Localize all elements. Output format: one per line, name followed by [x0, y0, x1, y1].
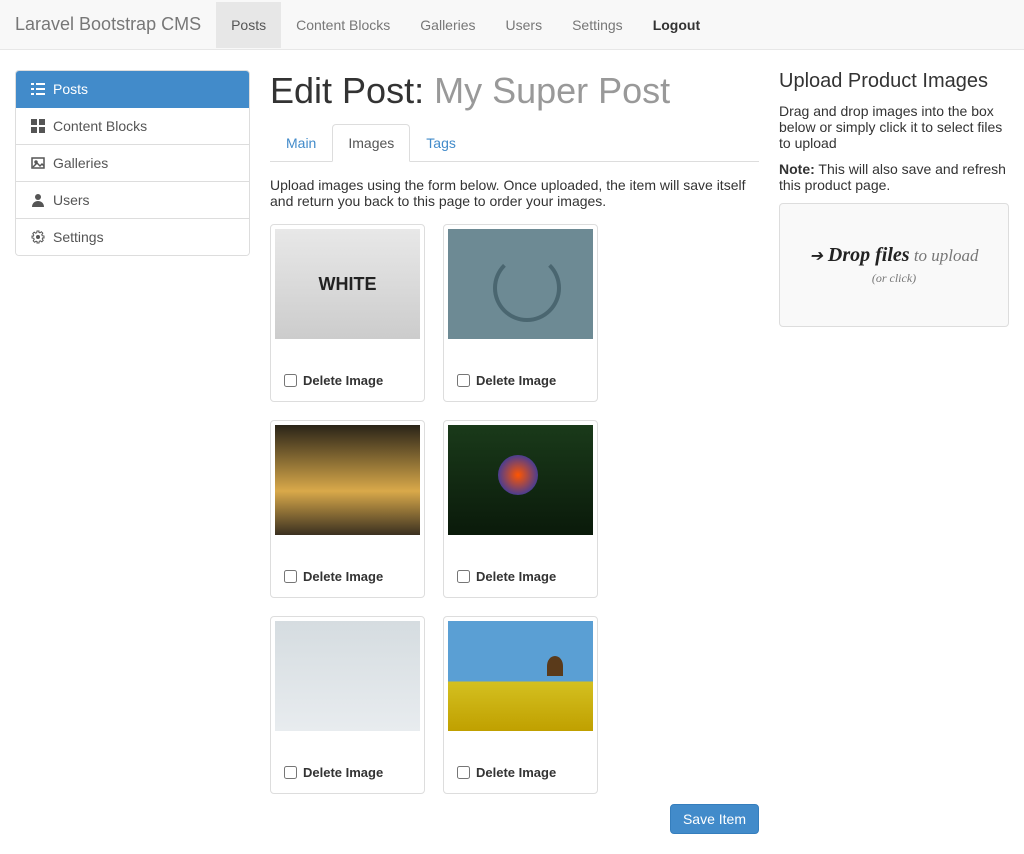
sidebar-label: Users: [53, 192, 90, 208]
title-post-name: My Super Post: [434, 70, 670, 111]
gear-icon: [31, 230, 45, 244]
sidebar-label: Content Blocks: [53, 118, 147, 134]
nav-users[interactable]: Users: [491, 2, 558, 48]
list-icon: [31, 82, 45, 96]
delete-checkbox[interactable]: [457, 766, 470, 779]
tab-main[interactable]: Main: [270, 124, 332, 162]
image-grid: WHITE Delete Image Delete Image Delete I…: [270, 224, 759, 794]
delete-image-label[interactable]: Delete Image: [448, 756, 593, 789]
sidebar-item-users[interactable]: Users: [16, 182, 249, 219]
save-button[interactable]: Save Item: [670, 804, 759, 834]
nav-list: Posts Content Blocks Galleries Users Set…: [216, 2, 715, 48]
grid-icon: [31, 119, 45, 133]
delete-text: Delete Image: [476, 373, 556, 388]
sidebar-label: Galleries: [53, 155, 108, 171]
arrow-icon: ➔: [809, 248, 822, 265]
thumbnail: WHITE: [275, 229, 420, 339]
delete-image-label[interactable]: Delete Image: [448, 364, 593, 397]
image-card[interactable]: Delete Image: [443, 420, 598, 598]
user-icon: [31, 193, 45, 207]
thumbnail: [448, 229, 593, 339]
main-content: Edit Post: My Super Post Main Images Tag…: [270, 70, 759, 834]
page-title: Edit Post: My Super Post: [270, 70, 759, 112]
tab-images[interactable]: Images: [332, 124, 410, 162]
image-card[interactable]: Delete Image: [443, 224, 598, 402]
delete-text: Delete Image: [303, 569, 383, 584]
dropzone-subtext: (or click): [790, 271, 998, 286]
delete-text: Delete Image: [303, 373, 383, 388]
image-card[interactable]: Delete Image: [270, 420, 425, 598]
dropzone[interactable]: ➔ Drop files to upload (or click): [779, 203, 1009, 327]
picture-icon: [31, 156, 45, 170]
sidebar-item-galleries[interactable]: Galleries: [16, 145, 249, 182]
delete-image-label[interactable]: Delete Image: [448, 560, 593, 593]
title-prefix: Edit Post:: [270, 70, 434, 111]
top-navbar: Laravel Bootstrap CMS Posts Content Bloc…: [0, 0, 1024, 50]
delete-checkbox[interactable]: [457, 374, 470, 387]
tab-tags[interactable]: Tags: [410, 124, 472, 162]
upload-heading: Upload Product Images: [779, 70, 1009, 93]
upload-desc: Drag and drop images into the box below …: [779, 103, 1009, 151]
thumbnail: [448, 621, 593, 731]
thumbnail: [275, 425, 420, 535]
delete-checkbox[interactable]: [284, 374, 297, 387]
tabs: Main Images Tags: [270, 124, 759, 162]
delete-checkbox[interactable]: [284, 570, 297, 583]
nav-settings[interactable]: Settings: [557, 2, 638, 48]
nav-galleries[interactable]: Galleries: [405, 2, 490, 48]
help-text: Upload images using the form below. Once…: [270, 177, 759, 209]
image-card[interactable]: Delete Image: [270, 616, 425, 794]
image-card[interactable]: Delete Image: [443, 616, 598, 794]
nav-logout[interactable]: Logout: [638, 2, 715, 48]
dropzone-text: ➔ Drop files to upload: [790, 244, 998, 267]
sidebar-item-content-blocks[interactable]: Content Blocks: [16, 108, 249, 145]
delete-text: Delete Image: [476, 569, 556, 584]
sidebar-item-posts[interactable]: Posts: [16, 71, 249, 108]
sidebar-label: Settings: [53, 229, 104, 245]
delete-checkbox[interactable]: [457, 570, 470, 583]
brand-link[interactable]: Laravel Bootstrap CMS: [15, 14, 216, 35]
nav-posts[interactable]: Posts: [216, 2, 281, 48]
upload-panel: Upload Product Images Drag and drop imag…: [779, 70, 1009, 834]
delete-image-label[interactable]: Delete Image: [275, 560, 420, 593]
upload-note: Note: This will also save and refresh th…: [779, 161, 1009, 193]
thumbnail: [448, 425, 593, 535]
thumbnail: [275, 621, 420, 731]
delete-image-label[interactable]: Delete Image: [275, 364, 420, 397]
image-card[interactable]: WHITE Delete Image: [270, 224, 425, 402]
delete-image-label[interactable]: Delete Image: [275, 756, 420, 789]
sidebar: Posts Content Blocks Galleries Users: [15, 70, 250, 834]
delete-checkbox[interactable]: [284, 766, 297, 779]
nav-content-blocks[interactable]: Content Blocks: [281, 2, 405, 48]
sidebar-label: Posts: [53, 81, 88, 97]
delete-text: Delete Image: [476, 765, 556, 780]
delete-text: Delete Image: [303, 765, 383, 780]
sidebar-item-settings[interactable]: Settings: [16, 219, 249, 255]
